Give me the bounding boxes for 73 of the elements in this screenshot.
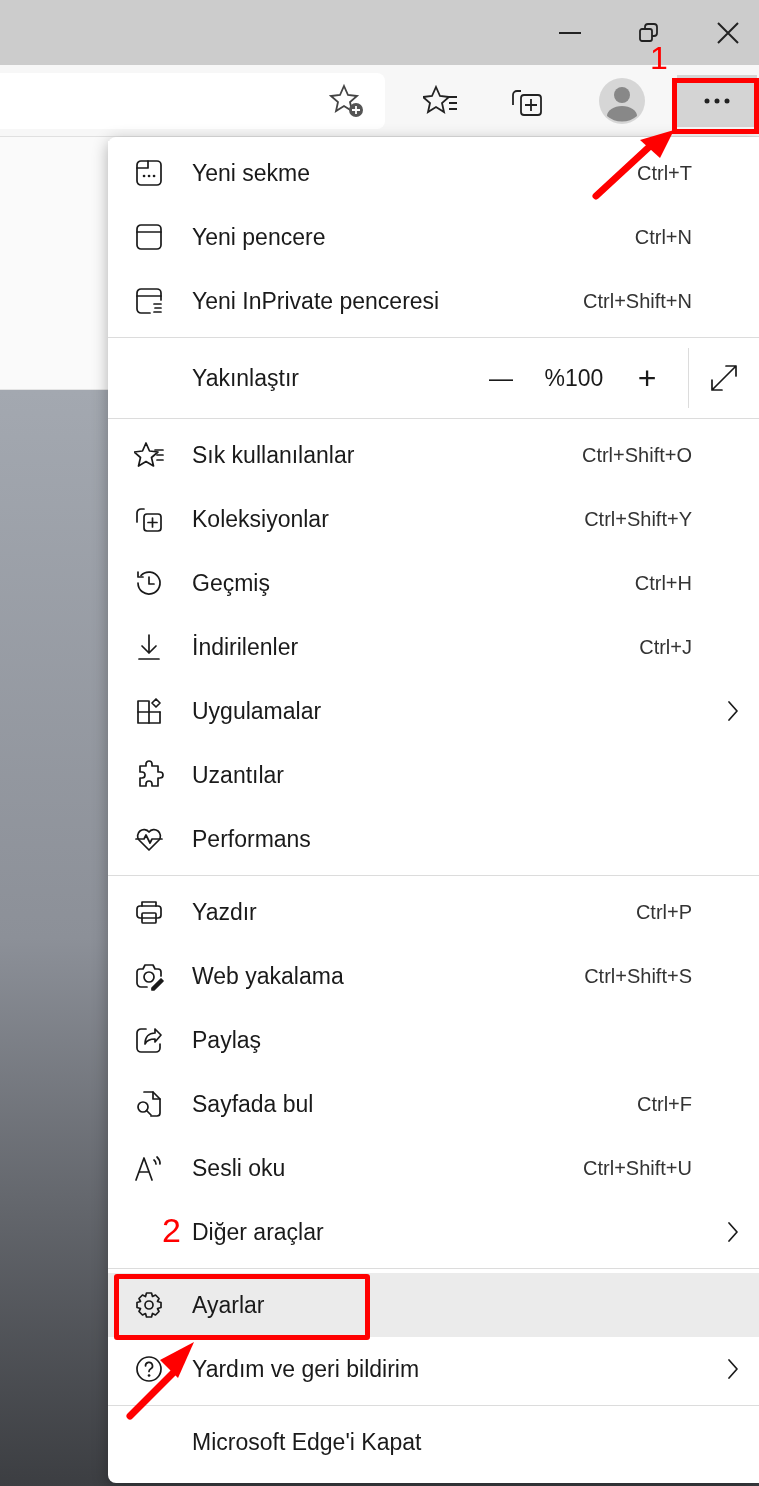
shortcut-text: Ctrl+N (634, 225, 692, 250)
menu-item[interactable]: Yazdır Ctrl+P (108, 880, 759, 944)
annotation-number: 2 (162, 1213, 181, 1247)
zoom-in-button[interactable]: + (622, 353, 672, 403)
minimize-icon[interactable] (559, 30, 581, 35)
shortcut-text: Ctrl+Shift+U (583, 1156, 692, 1181)
menu-item-label: Sayfada bul (192, 1089, 315, 1119)
shortcut-text: Ctrl+Shift+Y (584, 507, 692, 532)
menu-item[interactable]: Sesli oku Ctrl+Shift+U (108, 1136, 759, 1200)
menu-item[interactable]: Uzantılar (108, 743, 759, 807)
shortcut-text: Ctrl+T (637, 161, 692, 186)
close-icon[interactable] (717, 21, 739, 44)
menu-item-label: Ayarlar (192, 1290, 266, 1320)
menu-item-label: Koleksiyonlar (192, 504, 330, 534)
menu-item-label: Uzantılar (192, 760, 286, 790)
avatar-icon[interactable] (599, 77, 645, 124)
add-favorite-icon[interactable] (329, 82, 365, 119)
menu-item-label: İndirilenler (192, 632, 300, 662)
more-icon (704, 97, 730, 104)
shortcut-text: Ctrl+H (634, 571, 692, 596)
menu-item[interactable]: Yeni sekme Ctrl+T (108, 141, 759, 205)
menu-item[interactable]: Paylaş (108, 1008, 759, 1072)
menu-item-label: Yeni pencere (192, 222, 327, 252)
private-window-icon (134, 286, 164, 316)
menu-item-label: Geçmiş (192, 568, 271, 598)
settings-icon (134, 1290, 164, 1320)
menu-item[interactable]: Sık kullanılanlar Ctrl+Shift+O (108, 423, 759, 487)
zoom-out-button[interactable]: — (476, 353, 526, 403)
annotation-number: 1 (650, 42, 668, 74)
history-icon (134, 568, 164, 598)
menu-item-label: Sık kullanılanlar (192, 440, 356, 470)
apps-icon (134, 696, 164, 726)
share-icon (134, 1025, 164, 1055)
new-tab-icon (134, 158, 164, 188)
camera-pen-icon (134, 961, 164, 991)
shortcut-text: Ctrl+Shift+N (583, 289, 692, 314)
menu-item[interactable]: Performans (108, 807, 759, 871)
menu-item-label: Yeni sekme (192, 158, 312, 188)
menu-item-label: Web yakalama (192, 961, 345, 991)
favorites-icon (134, 440, 164, 470)
menu-item-label: Sesli oku (192, 1153, 287, 1183)
help-icon (134, 1354, 164, 1384)
menu-item[interactable]: Web yakalama Ctrl+Shift+S (108, 944, 759, 1008)
window-icon (134, 222, 164, 252)
menu-item[interactable]: Uygulamalar (108, 679, 759, 743)
menu-item[interactable]: Yardım ve geri bildirim (108, 1337, 759, 1401)
menu-item-label: Diğer araçlar (192, 1217, 325, 1247)
menu-item[interactable]: İndirilenler Ctrl+J (108, 615, 759, 679)
menu-item-label: Yardım ve geri bildirim (192, 1354, 421, 1384)
fullscreen-icon[interactable] (709, 363, 739, 393)
menu-item[interactable]: Sayfada bul Ctrl+F (108, 1072, 759, 1136)
menu-item[interactable]: Yeni InPrivate penceresi Ctrl+Shift+N (108, 269, 759, 333)
menu-item-label: Performans (192, 824, 312, 854)
shortcut-text: Ctrl+J (639, 635, 692, 660)
shortcut-text: Ctrl+Shift+S (584, 964, 692, 989)
menu-item-label: Yazdır (192, 897, 258, 927)
zoom-label: Yakınlaştır (192, 363, 300, 393)
restore-icon[interactable] (639, 22, 659, 43)
menu-item-label: Uygulamalar (192, 696, 323, 726)
menu-item[interactable]: Microsoft Edge'i Kapat (108, 1410, 759, 1474)
zoom-value: %100 (543, 363, 605, 393)
menu-item[interactable]: Yeni pencere Ctrl+N (108, 205, 759, 269)
menu-item[interactable]: Geçmiş Ctrl+H (108, 551, 759, 615)
read-aloud-icon (134, 1153, 164, 1183)
menu-item-label: Microsoft Edge'i Kapat (192, 1427, 423, 1457)
menu-item-label: Paylaş (192, 1025, 263, 1055)
find-page-icon (134, 1089, 164, 1119)
shortcut-text: Ctrl+P (635, 900, 692, 925)
shortcut-text: Ctrl+F (637, 1092, 692, 1117)
menu-item-label: Yeni InPrivate penceresi (192, 286, 441, 316)
menu-item[interactable]: Koleksiyonlar Ctrl+Shift+Y (108, 487, 759, 551)
menu-item[interactable]: Ayarlar (108, 1273, 759, 1337)
shortcut-text: Ctrl+Shift+O (581, 443, 692, 468)
